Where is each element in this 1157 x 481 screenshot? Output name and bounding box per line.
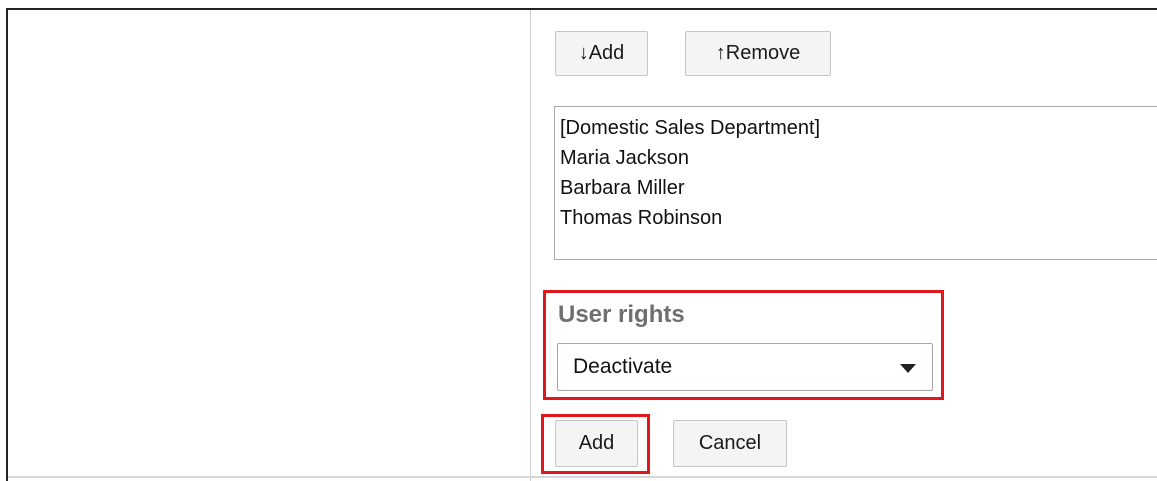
top-border (6, 8, 1157, 10)
user-rights-select[interactable]: Deactivate (557, 343, 933, 391)
add-button[interactable]: Add (555, 420, 638, 467)
list-item[interactable]: Maria Jackson (560, 143, 1157, 173)
user-rights-selected-value: Deactivate (573, 355, 673, 378)
settings-form: ↓Add ↑Remove [Domestic Sales Department]… (0, 0, 1157, 481)
column-divider (530, 10, 531, 481)
bottom-border (8, 476, 1157, 478)
left-border (6, 8, 8, 481)
selected-members-list[interactable]: [Domestic Sales Department] Maria Jackso… (554, 106, 1157, 260)
add-member-button[interactable]: ↓Add (555, 31, 648, 76)
chevron-down-icon (900, 364, 916, 373)
list-item[interactable]: Barbara Miller (560, 173, 1157, 203)
cancel-button[interactable]: Cancel (673, 420, 787, 467)
list-item[interactable]: [Domestic Sales Department] (560, 113, 1157, 143)
list-item[interactable]: Thomas Robinson (560, 203, 1157, 233)
remove-member-button[interactable]: ↑Remove (685, 31, 831, 76)
user-rights-label: User rights (558, 301, 685, 328)
